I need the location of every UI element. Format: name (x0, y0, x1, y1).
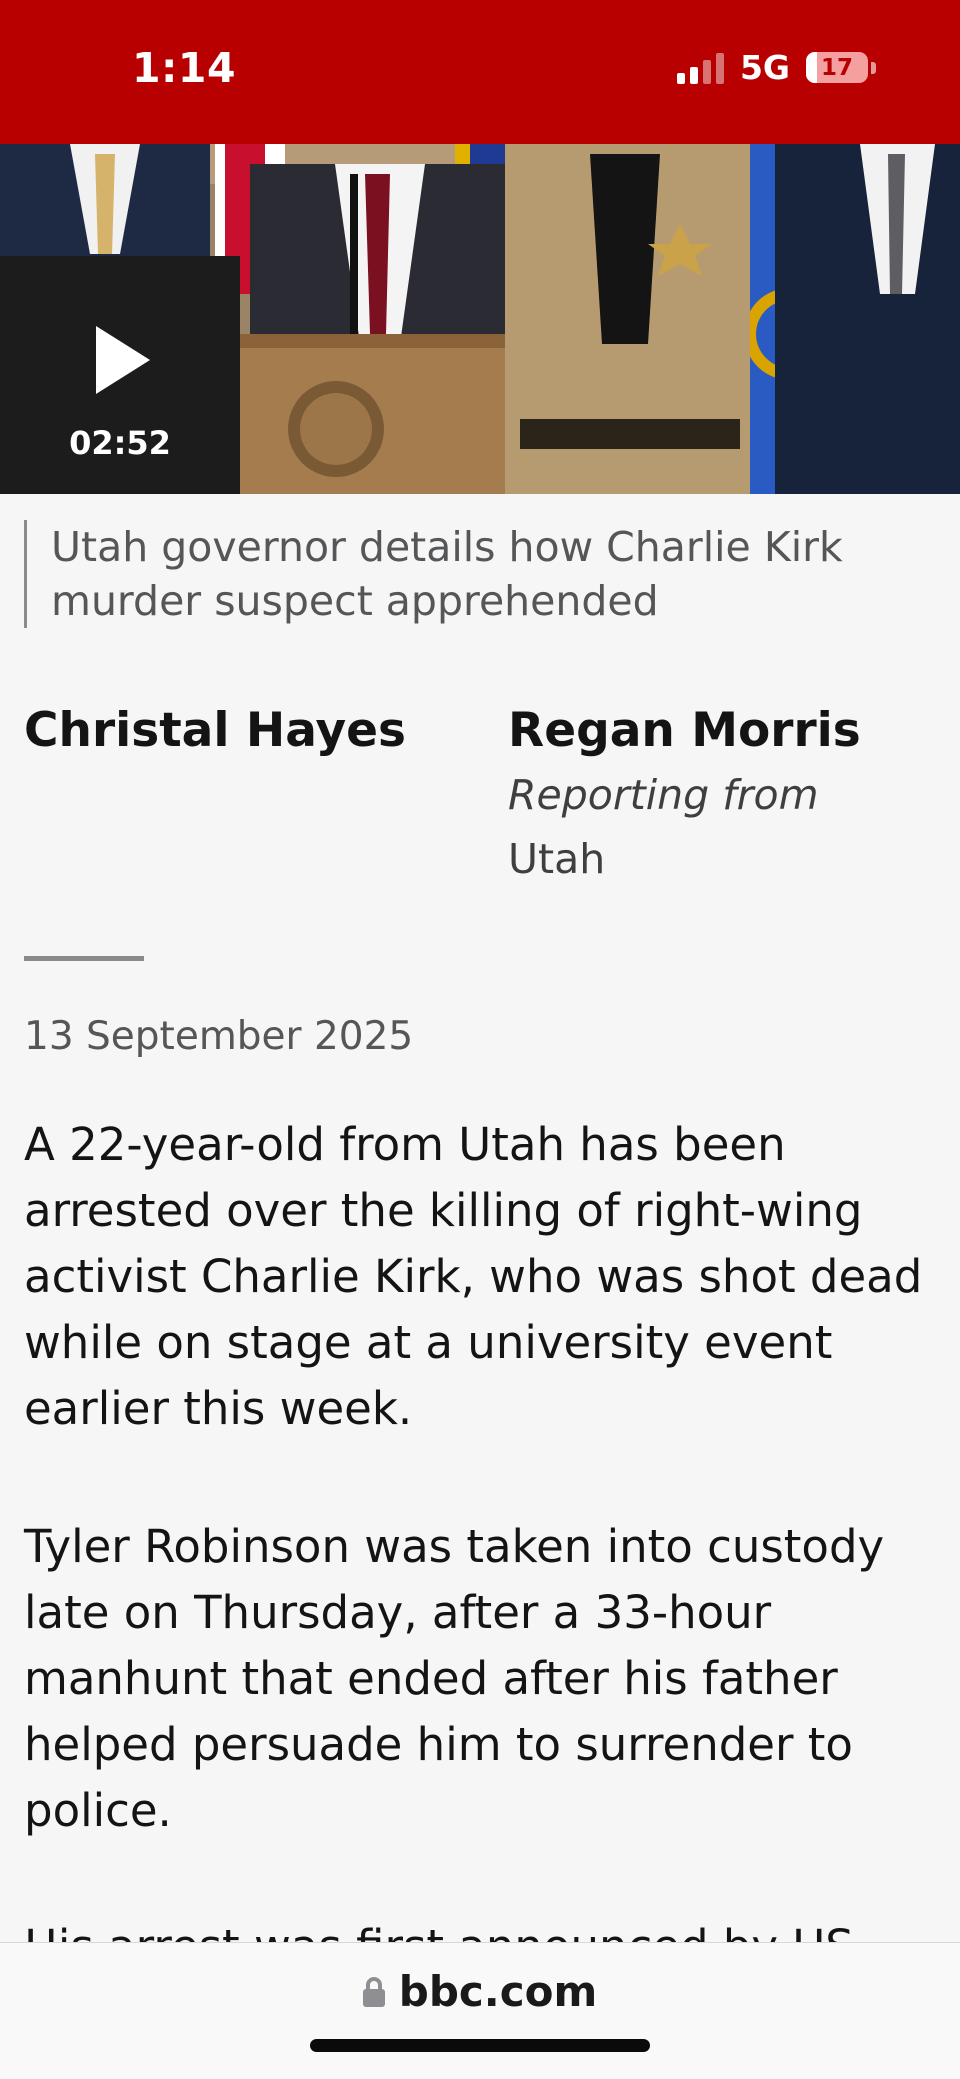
article-paragraph: A 22-year-old from Utah has been arreste… (24, 1118, 923, 1435)
status-time: 1:14 (132, 44, 236, 92)
status-indicators: 5G 17 (676, 48, 876, 87)
author-location: Utah (508, 835, 606, 883)
url-domain[interactable]: bbc.com (399, 1967, 598, 2016)
battery-fill (806, 52, 817, 83)
battery-cap (871, 61, 876, 74)
home-indicator[interactable] (310, 2039, 650, 2052)
publish-date: 13 September 2025 (24, 1014, 414, 1059)
author-role: Reporting from (508, 771, 819, 819)
hero-image[interactable]: 02:52 (0, 144, 960, 494)
video-caption: Utah governor details how Charlie Kirk m… (24, 520, 924, 628)
play-icon[interactable] (96, 326, 150, 394)
author-name[interactable]: Regan Morris (508, 702, 861, 760)
video-duration: 02:52 (69, 424, 171, 462)
byline-author: Christal Hayes (24, 702, 406, 760)
byline-divider (24, 956, 144, 961)
battery-icon: 17 (806, 52, 868, 83)
status-bar: 1:14 5G 17 (0, 0, 960, 144)
browser-address-bar[interactable]: bbc.com (0, 1942, 960, 2079)
article-paragraph: Tyler Robinson was taken into custody la… (24, 1520, 885, 1837)
address-field[interactable]: bbc.com (0, 1967, 960, 2016)
battery-level: 17 (820, 54, 853, 81)
network-type: 5G (739, 48, 790, 87)
lock-icon (362, 1976, 385, 2007)
video-play-badge[interactable]: 02:52 (0, 256, 240, 494)
byline-author: Regan Morris Reporting from Utah (508, 702, 861, 886)
author-name[interactable]: Christal Hayes (24, 702, 406, 760)
cellular-signal-icon (676, 52, 724, 84)
